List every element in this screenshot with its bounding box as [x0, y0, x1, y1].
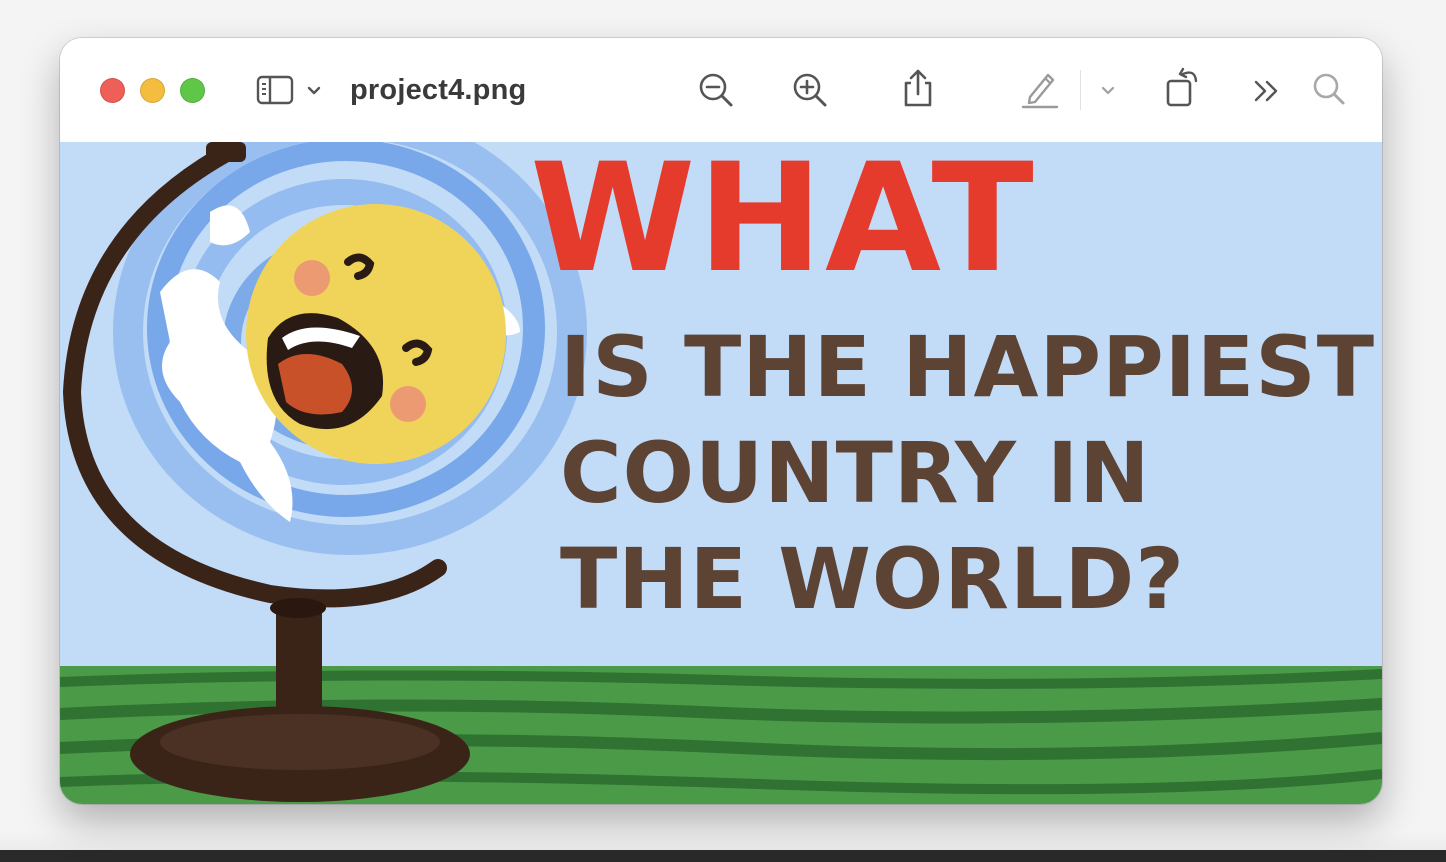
- headline-what: WHAT: [530, 142, 1036, 306]
- overflow-chevrons-icon: [1254, 80, 1278, 102]
- share-icon: [904, 69, 932, 107]
- zoom-out-icon: [699, 73, 733, 107]
- desktop-bottom-edge: [0, 832, 1446, 862]
- markup-pen-icon: [1021, 73, 1059, 109]
- headline-line-1: IS THE HAPPIEST: [560, 318, 1376, 416]
- sidebar-toggle-button[interactable]: [256, 74, 296, 106]
- search-button[interactable]: [1310, 70, 1348, 108]
- zoom-button[interactable]: [180, 78, 205, 103]
- zoom-out-button[interactable]: [696, 70, 736, 110]
- zoom-in-icon: [793, 73, 827, 107]
- search-icon: [1313, 73, 1345, 105]
- share-button[interactable]: [898, 66, 938, 110]
- headline-line-2: COUNTRY IN: [560, 424, 1151, 522]
- rotate-button[interactable]: [1162, 64, 1204, 110]
- markup-button[interactable]: [1020, 68, 1060, 110]
- image-canvas: WHAT IS THE HAPPIEST COUNTRY IN THE WORL…: [60, 142, 1382, 804]
- chevron-down-icon: [307, 86, 321, 95]
- minimize-button[interactable]: [140, 78, 165, 103]
- sidebar-icon: [256, 75, 294, 105]
- window-title: project4.png: [350, 74, 527, 106]
- laughing-emoji: [246, 204, 506, 464]
- close-button[interactable]: [100, 78, 125, 103]
- zoom-in-button[interactable]: [790, 70, 830, 110]
- markup-menu-chevron[interactable]: [1098, 82, 1118, 100]
- chevron-down-icon: [1101, 86, 1115, 95]
- sidebar-menu-chevron[interactable]: [304, 82, 324, 100]
- rotate-icon: [1166, 67, 1198, 107]
- preview-window: project4.png WHAT IS THE HAPPIEST COUNTR…: [60, 38, 1382, 804]
- more-tools-button[interactable]: [1250, 74, 1284, 108]
- toolbar-divider: [1080, 70, 1081, 110]
- headline-line-3: THE WORLD?: [560, 530, 1185, 628]
- titlebar: project4.png: [60, 38, 1382, 142]
